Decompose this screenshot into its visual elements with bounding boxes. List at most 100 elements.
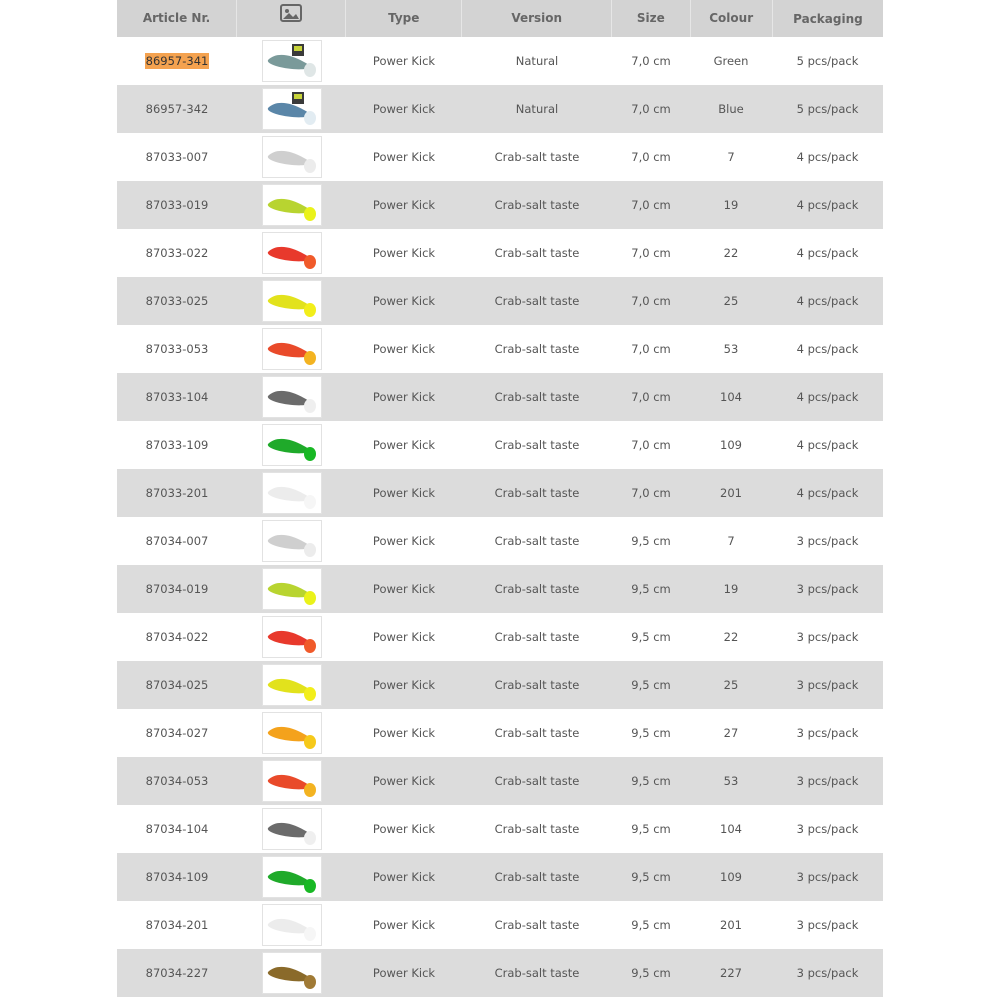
cell-version: Crab-salt taste: [494, 582, 580, 596]
cell-colour: Green: [713, 54, 749, 68]
product-thumbnail[interactable]: [261, 136, 322, 178]
cell-version: Crab-salt taste: [494, 966, 580, 980]
table-row[interactable]: 87033-019 Power Kick Crab-salt taste 7,0 cm…: [117, 181, 883, 229]
cell-packaging: 3 pcs/pack: [796, 678, 859, 692]
table-row[interactable]: 87033-053 Power Kick Crab-salt taste 7,0 cm…: [117, 325, 883, 373]
article-number: 87034-025: [145, 678, 209, 692]
cell-type: Power Kick: [372, 150, 436, 164]
header-packaging[interactable]: Packaging: [773, 12, 883, 26]
cell-type: Power Kick: [372, 918, 436, 932]
product-thumbnail[interactable]: [261, 88, 322, 130]
cell-colour: 104: [720, 390, 742, 404]
cell-article: 87034-227: [117, 966, 237, 980]
cell-article: 87034-109: [117, 870, 237, 884]
product-thumbnail[interactable]: [261, 952, 322, 994]
cell-type: Power Kick: [372, 246, 436, 260]
product-thumbnail[interactable]: [261, 808, 322, 850]
cell-size: 9,5 cm: [631, 678, 671, 692]
article-number: 87033-104: [145, 390, 209, 404]
product-table: Article Nr. Type Version Size Colour Pac…: [117, 0, 883, 997]
article-number: 87034-053: [145, 774, 209, 788]
cell-size: 7,0 cm: [631, 390, 671, 404]
header-colour[interactable]: Colour: [691, 0, 773, 37]
table-row[interactable]: 87034-109 Power Kick Crab-salt taste 9,5 cm…: [117, 853, 883, 901]
cell-image: [237, 328, 346, 370]
cell-packaging: 5 pcs/pack: [796, 102, 859, 116]
cell-size: 7,0 cm: [631, 342, 671, 356]
article-number: 87034-022: [145, 630, 209, 644]
cell-type: Power Kick: [372, 486, 436, 500]
table-row[interactable]: 87034-007 Power Kick Crab-salt taste 9,5 cm…: [117, 517, 883, 565]
product-thumbnail[interactable]: [261, 760, 322, 802]
table-row[interactable]: 87033-022 Power Kick Crab-salt taste 7,0 cm…: [117, 229, 883, 277]
table-row[interactable]: 87034-027 Power Kick Crab-salt taste 9,5 cm…: [117, 709, 883, 757]
product-thumbnail[interactable]: [261, 424, 322, 466]
cell-article: 87033-019: [117, 198, 237, 212]
cell-type: Power Kick: [372, 630, 436, 644]
table-row[interactable]: 87034-201 Power Kick Crab-salt taste 9,5 cm…: [117, 901, 883, 949]
table-row[interactable]: 87034-022 Power Kick Crab-salt taste 9,5 cm…: [117, 613, 883, 661]
cell-version: Crab-salt taste: [494, 630, 580, 644]
header-article[interactable]: Article Nr.: [117, 0, 238, 37]
product-thumbnail[interactable]: [261, 40, 322, 82]
cell-article: 87033-104: [117, 390, 237, 404]
cell-colour: Blue: [718, 102, 744, 116]
table-row[interactable]: 87033-104 Power Kick Crab-salt taste 7,0 cm…: [117, 373, 883, 421]
product-thumbnail[interactable]: [261, 856, 322, 898]
cell-image: [237, 712, 346, 754]
cell-packaging: 3 pcs/pack: [796, 966, 859, 980]
product-thumbnail[interactable]: [261, 376, 322, 418]
cell-size: 7,0 cm: [631, 246, 671, 260]
cell-colour: 25: [723, 294, 739, 308]
product-thumbnail[interactable]: [261, 568, 322, 610]
product-thumbnail[interactable]: [261, 280, 322, 322]
header-version[interactable]: Version: [462, 0, 613, 37]
header-type[interactable]: Type: [346, 0, 463, 37]
cell-version: Crab-salt taste: [494, 198, 580, 212]
product-thumbnail[interactable]: [261, 472, 322, 514]
product-thumbnail[interactable]: [261, 712, 322, 754]
product-thumbnail[interactable]: [261, 184, 322, 226]
cell-type: Power Kick: [372, 822, 436, 836]
cell-version: Crab-salt taste: [494, 822, 580, 836]
table-row[interactable]: 86957-341 Power Kick Natural 7,0 cm Green 5 p…: [117, 37, 883, 85]
product-thumbnail[interactable]: [261, 328, 322, 370]
product-thumbnail[interactable]: [261, 664, 322, 706]
table-row[interactable]: 87034-025 Power Kick Crab-salt taste 9,5 cm…: [117, 661, 883, 709]
cell-type: Power Kick: [372, 438, 436, 452]
table-row[interactable]: 87033-025 Power Kick Crab-salt taste 7,0 cm…: [117, 277, 883, 325]
product-thumbnail[interactable]: [261, 616, 322, 658]
cell-colour: 7: [727, 150, 735, 164]
table-row[interactable]: 87033-109 Power Kick Crab-salt taste 7,0 cm…: [117, 421, 883, 469]
cell-type: Power Kick: [372, 774, 436, 788]
product-thumbnail[interactable]: [261, 520, 322, 562]
table-row[interactable]: 87034-053 Power Kick Crab-salt taste 9,5 cm…: [117, 757, 883, 805]
cell-packaging: 4 pcs/pack: [796, 438, 859, 452]
table-row[interactable]: 86957-342 Power Kick Natural 7,0 cm Blue 5 pc…: [117, 85, 883, 133]
cell-size: 9,5 cm: [631, 534, 671, 548]
cell-colour: 104: [720, 822, 742, 836]
cell-size: 9,5 cm: [631, 870, 671, 884]
cell-packaging: 3 pcs/pack: [796, 630, 859, 644]
cell-version: Crab-salt taste: [494, 918, 580, 932]
product-thumbnail[interactable]: [261, 232, 322, 274]
cell-size: 7,0 cm: [631, 486, 671, 500]
cell-version: Crab-salt taste: [494, 726, 580, 740]
cell-image: [237, 904, 346, 946]
table-row[interactable]: 87034-227 Power Kick Crab-salt taste 9,5 cm…: [117, 949, 883, 997]
product-thumbnail[interactable]: [261, 904, 322, 946]
cell-article: 87034-053: [117, 774, 237, 788]
table-row[interactable]: 87033-201 Power Kick Crab-salt taste 7,0 cm…: [117, 469, 883, 517]
header-size[interactable]: Size: [612, 0, 691, 37]
cell-type: Power Kick: [372, 294, 436, 308]
article-number: 87033-007: [145, 150, 209, 164]
cell-version: Crab-salt taste: [494, 438, 580, 452]
cell-image: [237, 568, 346, 610]
cell-type: Power Kick: [372, 102, 436, 116]
cell-article: 87034-025: [117, 678, 237, 692]
cell-article: 87034-201: [117, 918, 237, 932]
table-row[interactable]: 87033-007 Power Kick Crab-salt taste 7,0 cm…: [117, 133, 883, 181]
table-row[interactable]: 87034-104 Power Kick Crab-salt taste 9,5 cm…: [117, 805, 883, 853]
cell-size: 9,5 cm: [631, 918, 671, 932]
table-row[interactable]: 87034-019 Power Kick Crab-salt taste 9,5 cm…: [117, 565, 883, 613]
